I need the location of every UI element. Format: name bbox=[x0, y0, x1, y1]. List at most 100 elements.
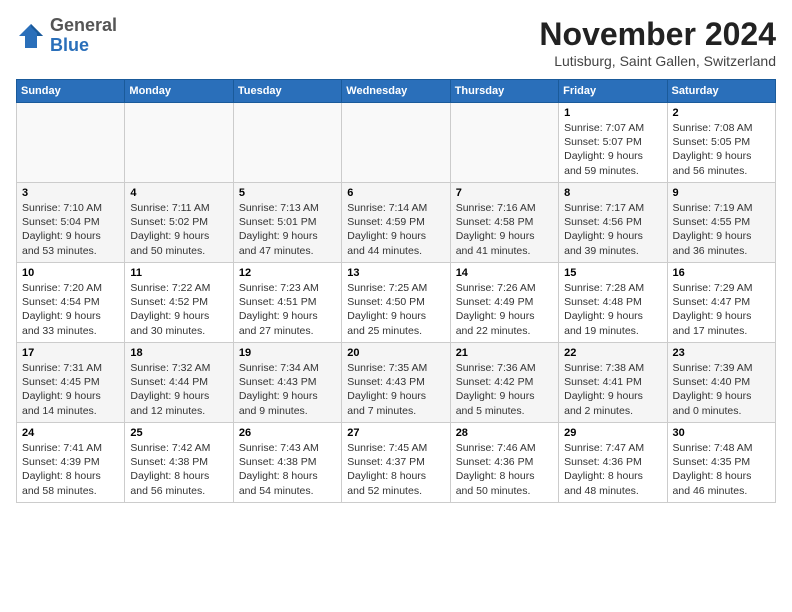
logo-icon bbox=[16, 21, 46, 51]
calendar-cell: 12 Sunrise: 7:23 AM Sunset: 4:51 PM Dayli… bbox=[233, 263, 341, 343]
calendar-body: 1Sunrise: 7:07 AM Sunset: 5:07 PM Daylig… bbox=[17, 103, 776, 503]
calendar-cell: 27 Sunrise: 7:45 AM Sunset: 4:37 PM Dayli… bbox=[342, 423, 450, 503]
calendar-cell: 20Sunrise: 7:35 AM Sunset: 4:43 PM Dayli… bbox=[342, 343, 450, 423]
day-info: Sunrise: 7:34 AM Sunset: 4:43 PM Dayligh… bbox=[239, 361, 336, 418]
calendar-cell: 26Sunrise: 7:43 AM Sunset: 4:38 PM Dayli… bbox=[233, 423, 341, 503]
weekday-header-tuesday: Tuesday bbox=[233, 80, 341, 103]
day-number: 6 bbox=[347, 187, 444, 199]
day-info: Sunrise: 7:41 AM Sunset: 4:39 PM Dayligh… bbox=[22, 441, 119, 498]
calendar-cell: 29Sunrise: 7:47 AM Sunset: 4:36 PM Dayli… bbox=[559, 423, 667, 503]
day-number: 13 bbox=[347, 267, 444, 279]
day-info: Sunrise: 7:17 AM Sunset: 4:56 PM Dayligh… bbox=[564, 201, 661, 258]
weekday-header-row: SundayMondayTuesdayWednesdayThursdayFrid… bbox=[17, 80, 776, 103]
day-number: 4 bbox=[130, 187, 227, 199]
day-info: Sunrise: 7:38 AM Sunset: 4:41 PM Dayligh… bbox=[564, 361, 661, 418]
logo: General Blue bbox=[16, 16, 117, 56]
day-info: Sunrise: 7:10 AM Sunset: 5:04 PM Dayligh… bbox=[22, 201, 119, 258]
calendar-cell: 7 Sunrise: 7:16 AM Sunset: 4:58 PM Daylig… bbox=[450, 183, 558, 263]
day-number: 16 bbox=[673, 267, 770, 279]
calendar-cell: 8 Sunrise: 7:17 AM Sunset: 4:56 PM Daylig… bbox=[559, 183, 667, 263]
calendar-cell: 14 Sunrise: 7:26 AM Sunset: 4:49 PM Dayli… bbox=[450, 263, 558, 343]
day-number: 11 bbox=[130, 267, 227, 279]
day-info: Sunrise: 7:28 AM Sunset: 4:48 PM Dayligh… bbox=[564, 281, 661, 338]
weekday-header-wednesday: Wednesday bbox=[342, 80, 450, 103]
subtitle: Lutisburg, Saint Gallen, Switzerland bbox=[539, 53, 776, 69]
main-title: November 2024 bbox=[539, 16, 776, 53]
day-info: Sunrise: 7:42 AM Sunset: 4:38 PM Dayligh… bbox=[130, 441, 227, 498]
calendar-cell: 6Sunrise: 7:14 AM Sunset: 4:59 PM Daylig… bbox=[342, 183, 450, 263]
calendar-cell: 4 Sunrise: 7:11 AM Sunset: 5:02 PM Daylig… bbox=[125, 183, 233, 263]
day-number: 12 bbox=[239, 267, 336, 279]
day-info: Sunrise: 7:20 AM Sunset: 4:54 PM Dayligh… bbox=[22, 281, 119, 338]
page-header: General Blue November 2024 Lutisburg, Sa… bbox=[16, 16, 776, 69]
calendar-cell: 24 Sunrise: 7:41 AM Sunset: 4:39 PM Dayli… bbox=[17, 423, 125, 503]
logo-blue-text: Blue bbox=[50, 35, 89, 55]
calendar-cell: 28Sunrise: 7:46 AM Sunset: 4:36 PM Dayli… bbox=[450, 423, 558, 503]
day-info: Sunrise: 7:45 AM Sunset: 4:37 PM Dayligh… bbox=[347, 441, 444, 498]
logo-text: General Blue bbox=[50, 16, 117, 56]
day-info: Sunrise: 7:31 AM Sunset: 4:45 PM Dayligh… bbox=[22, 361, 119, 418]
calendar-cell: 19Sunrise: 7:34 AM Sunset: 4:43 PM Dayli… bbox=[233, 343, 341, 423]
day-number: 10 bbox=[22, 267, 119, 279]
day-number: 30 bbox=[673, 427, 770, 439]
calendar-cell: 22 Sunrise: 7:38 AM Sunset: 4:41 PM Dayli… bbox=[559, 343, 667, 423]
calendar-week-3: 10 Sunrise: 7:20 AM Sunset: 4:54 PM Dayli… bbox=[17, 263, 776, 343]
day-number: 15 bbox=[564, 267, 661, 279]
calendar-cell: 2 Sunrise: 7:08 AM Sunset: 5:05 PM Daylig… bbox=[667, 103, 775, 183]
calendar-cell bbox=[125, 103, 233, 183]
day-number: 9 bbox=[673, 187, 770, 199]
day-number: 1 bbox=[564, 107, 661, 119]
day-info: Sunrise: 7:46 AM Sunset: 4:36 PM Dayligh… bbox=[456, 441, 553, 498]
logo-general-text: General bbox=[50, 15, 117, 35]
day-number: 21 bbox=[456, 347, 553, 359]
calendar-week-1: 1Sunrise: 7:07 AM Sunset: 5:07 PM Daylig… bbox=[17, 103, 776, 183]
day-info: Sunrise: 7:32 AM Sunset: 4:44 PM Dayligh… bbox=[130, 361, 227, 418]
calendar-week-5: 24 Sunrise: 7:41 AM Sunset: 4:39 PM Dayli… bbox=[17, 423, 776, 503]
calendar-cell: 21 Sunrise: 7:36 AM Sunset: 4:42 PM Dayli… bbox=[450, 343, 558, 423]
day-info: Sunrise: 7:16 AM Sunset: 4:58 PM Dayligh… bbox=[456, 201, 553, 258]
calendar-cell: 11 Sunrise: 7:22 AM Sunset: 4:52 PM Dayli… bbox=[125, 263, 233, 343]
calendar-cell bbox=[17, 103, 125, 183]
day-info: Sunrise: 7:08 AM Sunset: 5:05 PM Dayligh… bbox=[673, 121, 770, 178]
weekday-header-monday: Monday bbox=[125, 80, 233, 103]
calendar-cell: 1Sunrise: 7:07 AM Sunset: 5:07 PM Daylig… bbox=[559, 103, 667, 183]
calendar-cell bbox=[342, 103, 450, 183]
day-number: 17 bbox=[22, 347, 119, 359]
day-number: 24 bbox=[22, 427, 119, 439]
calendar-cell: 23 Sunrise: 7:39 AM Sunset: 4:40 PM Dayli… bbox=[667, 343, 775, 423]
calendar-cell: 15 Sunrise: 7:28 AM Sunset: 4:48 PM Dayli… bbox=[559, 263, 667, 343]
day-info: Sunrise: 7:43 AM Sunset: 4:38 PM Dayligh… bbox=[239, 441, 336, 498]
day-number: 14 bbox=[456, 267, 553, 279]
day-info: Sunrise: 7:29 AM Sunset: 4:47 PM Dayligh… bbox=[673, 281, 770, 338]
calendar-week-2: 3 Sunrise: 7:10 AM Sunset: 5:04 PM Daylig… bbox=[17, 183, 776, 263]
day-info: Sunrise: 7:25 AM Sunset: 4:50 PM Dayligh… bbox=[347, 281, 444, 338]
weekday-header-friday: Friday bbox=[559, 80, 667, 103]
day-info: Sunrise: 7:36 AM Sunset: 4:42 PM Dayligh… bbox=[456, 361, 553, 418]
day-info: Sunrise: 7:11 AM Sunset: 5:02 PM Dayligh… bbox=[130, 201, 227, 258]
day-number: 23 bbox=[673, 347, 770, 359]
day-info: Sunrise: 7:23 AM Sunset: 4:51 PM Dayligh… bbox=[239, 281, 336, 338]
day-info: Sunrise: 7:22 AM Sunset: 4:52 PM Dayligh… bbox=[130, 281, 227, 338]
calendar-cell: 3 Sunrise: 7:10 AM Sunset: 5:04 PM Daylig… bbox=[17, 183, 125, 263]
title-section: November 2024 Lutisburg, Saint Gallen, S… bbox=[539, 16, 776, 69]
day-number: 20 bbox=[347, 347, 444, 359]
day-info: Sunrise: 7:26 AM Sunset: 4:49 PM Dayligh… bbox=[456, 281, 553, 338]
calendar-cell: 16 Sunrise: 7:29 AM Sunset: 4:47 PM Dayli… bbox=[667, 263, 775, 343]
day-number: 22 bbox=[564, 347, 661, 359]
day-info: Sunrise: 7:39 AM Sunset: 4:40 PM Dayligh… bbox=[673, 361, 770, 418]
day-number: 29 bbox=[564, 427, 661, 439]
weekday-header-thursday: Thursday bbox=[450, 80, 558, 103]
calendar-table: SundayMondayTuesdayWednesdayThursdayFrid… bbox=[16, 79, 776, 503]
day-number: 8 bbox=[564, 187, 661, 199]
day-info: Sunrise: 7:19 AM Sunset: 4:55 PM Dayligh… bbox=[673, 201, 770, 258]
calendar-week-4: 17 Sunrise: 7:31 AM Sunset: 4:45 PM Dayli… bbox=[17, 343, 776, 423]
day-number: 25 bbox=[130, 427, 227, 439]
day-number: 3 bbox=[22, 187, 119, 199]
day-number: 27 bbox=[347, 427, 444, 439]
day-number: 2 bbox=[673, 107, 770, 119]
weekday-header-saturday: Saturday bbox=[667, 80, 775, 103]
calendar-cell: 18Sunrise: 7:32 AM Sunset: 4:44 PM Dayli… bbox=[125, 343, 233, 423]
day-number: 5 bbox=[239, 187, 336, 199]
day-number: 7 bbox=[456, 187, 553, 199]
calendar-cell: 9 Sunrise: 7:19 AM Sunset: 4:55 PM Daylig… bbox=[667, 183, 775, 263]
